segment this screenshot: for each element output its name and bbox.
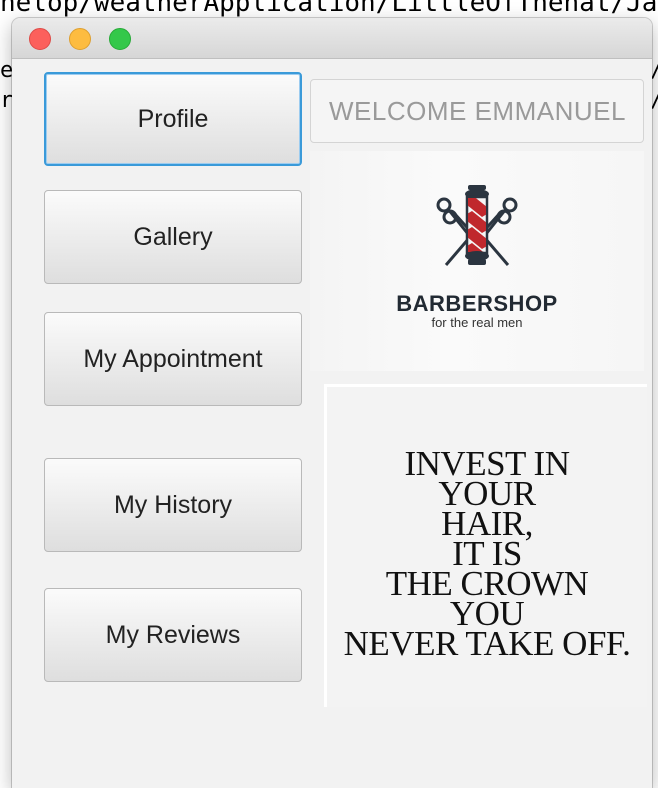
title-bar[interactable] — [12, 18, 652, 59]
quote-image: INVEST IN YOUR HAIR, IT IS THE CROWN YOU… — [324, 384, 647, 707]
app-window: Profile Gallery My Appointment My Histor… — [12, 18, 652, 788]
quote-text: INVEST IN YOUR HAIR, IT IS THE CROWN YOU… — [327, 446, 647, 663]
minimize-window-button[interactable] — [69, 28, 91, 50]
my-history-button[interactable]: My History — [44, 458, 302, 552]
brand-tagline: for the real men — [431, 315, 523, 330]
brand-name: BARBERSHOP — [396, 291, 558, 316]
quote-line: NEVER TAKE OFF. — [343, 624, 631, 663]
barbershop-logo-panel: BARBERSHOP for the real men — [310, 151, 644, 371]
main-content: Profile Gallery My Appointment My Histor… — [12, 59, 652, 788]
close-window-button[interactable] — [29, 28, 51, 50]
gallery-button[interactable]: Gallery — [44, 190, 302, 284]
background-path-text: nelop/weatherApplication/LittleOfThehat/… — [0, 0, 658, 18]
profile-button[interactable]: Profile — [44, 72, 302, 166]
my-appointment-button[interactable]: My Appointment — [44, 312, 302, 406]
maximize-window-button[interactable] — [109, 28, 131, 50]
welcome-field: WELCOME EMMANUEL — [310, 79, 644, 143]
my-reviews-button[interactable]: My Reviews — [44, 588, 302, 682]
barber-pole-with-scissors-icon — [436, 185, 518, 266]
